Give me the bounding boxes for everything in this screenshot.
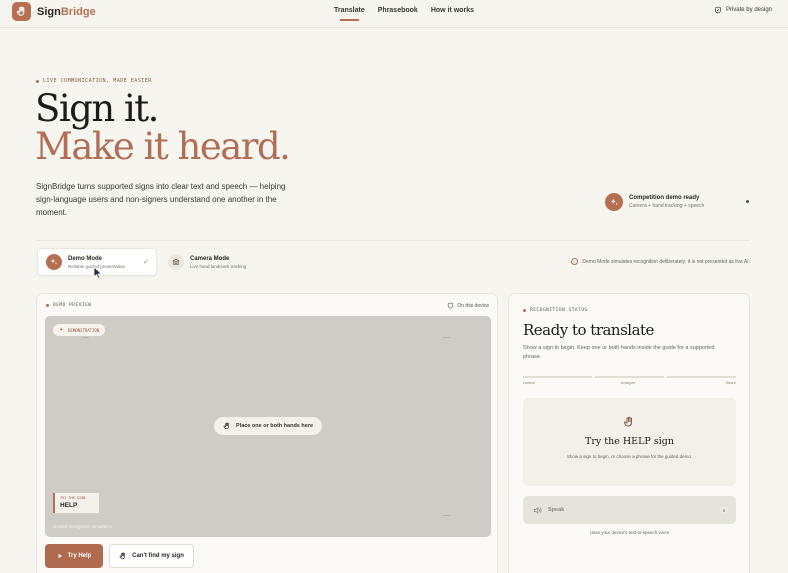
play-icon — [58, 554, 62, 558]
cant-find-sign-label: Can't find my sign — [132, 553, 184, 559]
on-device-badge: On this device — [447, 302, 489, 309]
mode-camera[interactable]: Camera Mode Live hand landmark tracking — [160, 248, 270, 276]
shield-check-icon — [714, 6, 721, 14]
speak-button[interactable]: Speak S — [523, 496, 736, 524]
mode-camera-title: Camera Mode — [190, 255, 230, 262]
try-sign-card: TRY THE SIGN HELP — [53, 493, 99, 513]
mouse-cursor-icon — [93, 266, 103, 279]
hero-description: SignBridge turns supported signs into cl… — [36, 182, 286, 217]
main-nav: Translate Phrasebook How it works — [334, 7, 474, 21]
step-bar-analyze — [595, 376, 664, 378]
sign-prompt: Try the HELP sign Show a sign to begin, … — [523, 398, 736, 486]
step-share: Share — [725, 380, 736, 385]
step-detect: Detect — [523, 380, 535, 385]
demonstration-chip-text: DEMONSTRATION — [68, 327, 100, 333]
sign-prompt-description: Show a sign to begin, or choose a phrase… — [566, 454, 693, 459]
place-hands-text: Place one or both hands here — [236, 423, 314, 429]
section-divider — [36, 240, 750, 241]
nav-how-it-works[interactable]: How it works — [431, 7, 474, 14]
hand-logo-icon[interactable] — [12, 2, 31, 21]
brand-name[interactable]: SignBridge — [37, 6, 96, 18]
checkmark-icon: ✓ — [143, 259, 149, 266]
label-dot — [523, 309, 526, 312]
speak-shortcut: S — [720, 506, 728, 514]
try-sign-label: TRY THE SIGN — [60, 496, 86, 500]
hero-title: Sign it. Make it heard. — [35, 87, 291, 168]
demo-preview-card: DEMO PREVIEW On this device DEMONSTRATIO… — [36, 293, 498, 573]
mode-disclaimer-text: Demo Mode simulates recognition delibera… — [582, 258, 750, 265]
step-analyze: Analyze — [621, 380, 636, 385]
mode-disclaimer: i Demo Mode simulates recognition delibe… — [571, 258, 750, 265]
speak-label: Speak — [548, 507, 565, 513]
camera-icon — [168, 254, 184, 270]
nav-phrasebook[interactable]: Phrasebook — [378, 7, 418, 14]
eyebrow-dot — [36, 79, 39, 83]
demo-ready-title: Competition demo ready — [629, 195, 700, 201]
privacy-text: Private by design — [725, 7, 772, 13]
step-bar-detect — [523, 376, 592, 378]
guide-corner — [443, 337, 450, 338]
demonstration-chip: DEMONSTRATION — [53, 324, 106, 336]
status-subtitle: Show a sign to begin. Keep one or both h… — [523, 345, 715, 360]
shield-icon — [448, 302, 454, 309]
sparkle-icon — [59, 327, 63, 331]
hero-title-line2: Make it heard. — [35, 125, 291, 168]
sparkle-icon — [46, 254, 62, 270]
try-sign-value: HELP — [60, 502, 78, 509]
hand-icon — [119, 552, 126, 559]
camera-stage[interactable]: DEMONSTRATION Place one or both hands he… — [45, 316, 491, 537]
mode-camera-subtitle: Live hand landmark tracking — [190, 263, 247, 269]
hand-icon — [623, 416, 632, 427]
sign-prompt-title: Try the HELP sign — [585, 436, 674, 447]
sparkle-icon — [605, 193, 623, 211]
on-device-text: On this device — [457, 302, 489, 309]
top-nav-bar: SignBridge Translate Phrasebook How it w… — [0, 0, 788, 28]
nav-translate[interactable]: Translate — [334, 7, 365, 21]
try-help-button[interactable]: Try Help — [45, 544, 103, 568]
progress-steps: Detect Analyze Share — [523, 376, 736, 388]
status-label: RECOGNITION STATUS — [523, 308, 588, 313]
demo-ready-badge: Competition demo ready Camera + hand tra… — [605, 193, 704, 211]
preview-label: DEMO PREVIEW — [46, 303, 92, 308]
brand-suffix: Bridge — [60, 6, 96, 18]
label-dot — [46, 304, 49, 307]
tts-note: Uses your device's text-to-speech voice — [589, 530, 670, 535]
step-bar-share — [667, 376, 736, 378]
try-help-label: Try Help — [67, 553, 92, 559]
hero-eyebrow: LIVE COMMUNICATION, MADE EASIER — [36, 78, 152, 84]
speaker-icon — [534, 506, 542, 514]
info-icon: i — [571, 258, 579, 265]
guided-caption: Guided recognition simulation — [53, 524, 113, 529]
status-label-text: RECOGNITION STATUS — [530, 308, 588, 313]
brand-prefix: Sign — [37, 6, 61, 18]
demo-ready-subtitle: Camera + hand tracking + speech — [629, 203, 705, 209]
place-hands-prompt: Place one or both hands here — [214, 417, 323, 435]
guide-corner — [82, 337, 89, 338]
status-dot — [746, 200, 749, 203]
recognition-status-card: RECOGNITION STATUS Ready to translate Sh… — [508, 293, 750, 573]
cant-find-sign-button[interactable]: Can't find my sign — [109, 544, 194, 568]
hand-icon — [223, 422, 229, 429]
hero-title-line1: Sign it. — [35, 87, 159, 130]
mode-demo-title: Demo Mode — [68, 255, 103, 262]
privacy-badge: Private by design — [714, 6, 772, 14]
guide-corner — [443, 515, 450, 516]
preview-label-text: DEMO PREVIEW — [53, 303, 92, 308]
eyebrow-text: LIVE COMMUNICATION, MADE EASIER — [43, 78, 152, 84]
status-title: Ready to translate — [523, 321, 654, 339]
